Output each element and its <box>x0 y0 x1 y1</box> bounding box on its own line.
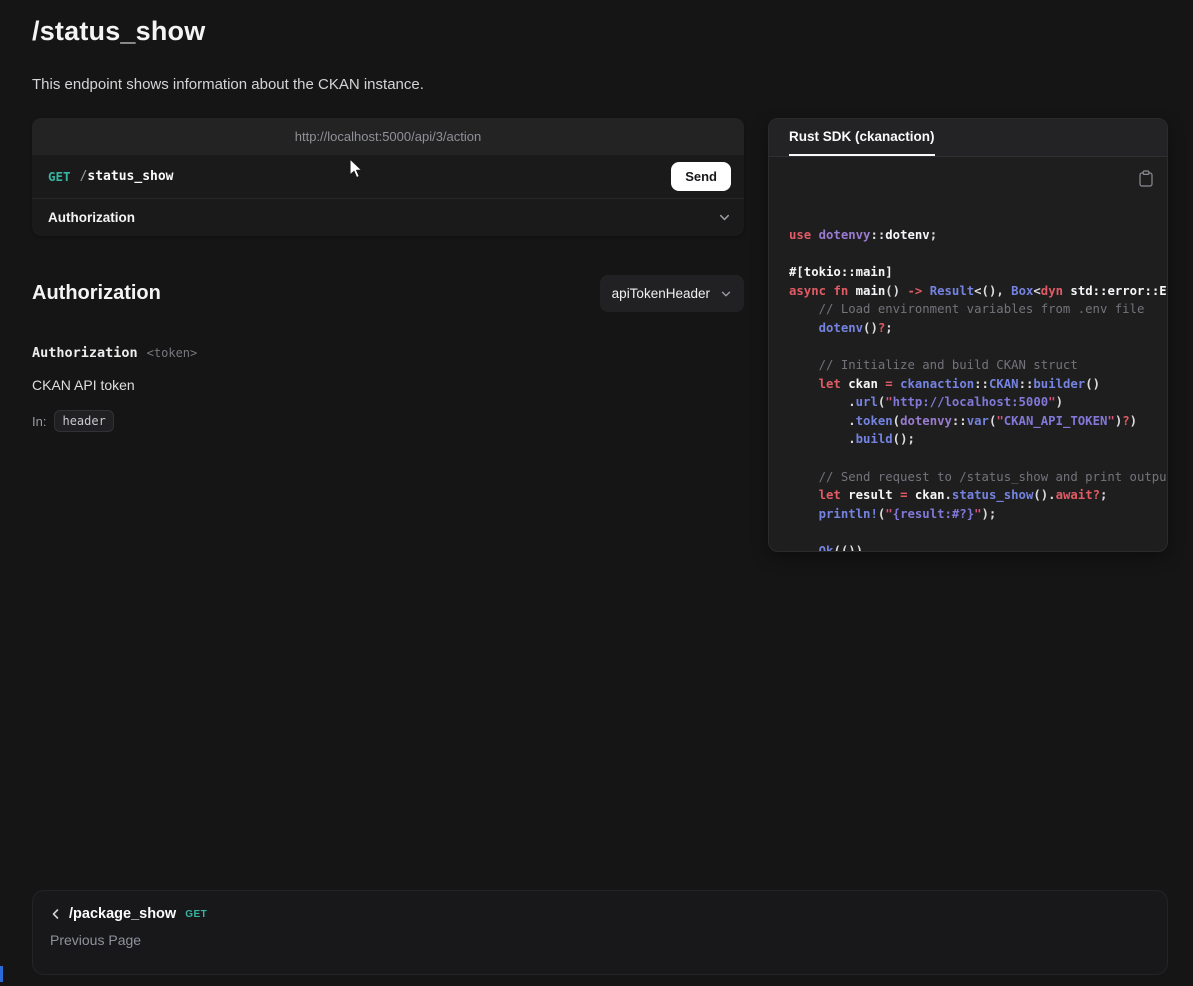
auth-param-description: CKAN API token <box>32 377 744 393</box>
code-line: println!("{result:#?}"); <box>789 505 1167 524</box>
base-url-bar[interactable]: http://localhost:5000/api/3/action <box>32 118 744 155</box>
code-line: async fn main() -> Result<(), Box<dyn st… <box>789 282 1167 301</box>
tab-rust-sdk[interactable]: Rust SDK (ckanaction) <box>789 119 935 156</box>
sdk-panel-header: Rust SDK (ckanaction) <box>769 119 1167 157</box>
auth-scheme-value: apiTokenHeader <box>612 286 710 301</box>
code-line: #[tokio::main] <box>789 263 1167 282</box>
code-line <box>789 449 1167 468</box>
code-line: use dotenvy::dotenv; <box>789 226 1167 245</box>
previous-page-path: /package_show <box>69 906 176 922</box>
code-line: // Load environment variables from .env … <box>789 300 1167 319</box>
sdk-code-panel: Rust SDK (ckanaction) use dotenvy::doten… <box>768 118 1168 552</box>
http-method-label: GET <box>48 169 71 184</box>
code-line: .url("http://localhost:5000") <box>789 393 1167 412</box>
code-block: use dotenvy::dotenv; #[tokio::main]async… <box>789 226 1167 552</box>
chevron-down-icon <box>720 288 732 300</box>
auth-param-name: Authorization <box>32 345 138 361</box>
code-line: Ok(()) <box>789 542 1167 552</box>
previous-page-label: Previous Page <box>50 932 1150 948</box>
request-auth-toggle[interactable]: Authorization <box>32 198 744 236</box>
chevron-left-icon <box>50 908 62 920</box>
request-card: http://localhost:5000/api/3/action GET /… <box>32 118 744 236</box>
left-edge-accent <box>0 966 3 982</box>
code-line: // Initialize and build CKAN struct <box>789 356 1167 375</box>
code-line: let result = ckan.status_show().await?; <box>789 486 1167 505</box>
code-line: // Send request to /status_show and prin… <box>789 468 1167 487</box>
auth-in-badge: header <box>54 410 113 432</box>
request-method-row: GET /status_show Send <box>32 155 744 198</box>
chevron-down-icon <box>718 211 731 224</box>
code-line: .token(dotenvy::var("CKAN_API_TOKEN")?) <box>789 412 1167 431</box>
code-area: use dotenvy::dotenv; #[tokio::main]async… <box>769 157 1167 552</box>
page-title: /status_show <box>32 16 205 47</box>
code-line: .build(); <box>789 430 1167 449</box>
auth-param-placeholder: <token> <box>147 346 198 360</box>
send-button[interactable]: Send <box>671 162 731 191</box>
endpoint-path: /status_show <box>80 169 174 184</box>
code-line: dotenv()?; <box>789 319 1167 338</box>
previous-page-link[interactable]: /package_show GET Previous Page <box>32 890 1168 975</box>
auth-scheme-select[interactable]: apiTokenHeader <box>600 275 744 312</box>
code-line <box>789 337 1167 356</box>
page-description: This endpoint shows information about th… <box>32 76 424 93</box>
code-line: let ckan = ckanaction::CKAN::builder() <box>789 375 1167 394</box>
auth-param-block: Authorization <token> CKAN API token In:… <box>32 345 744 432</box>
auth-in-label: In: <box>32 414 46 429</box>
previous-page-method: GET <box>185 909 207 920</box>
code-line <box>789 244 1167 263</box>
request-auth-label: Authorization <box>48 210 135 225</box>
copy-icon[interactable] <box>1117 170 1153 187</box>
code-line <box>789 523 1167 542</box>
authorization-heading: Authorization <box>32 282 161 305</box>
